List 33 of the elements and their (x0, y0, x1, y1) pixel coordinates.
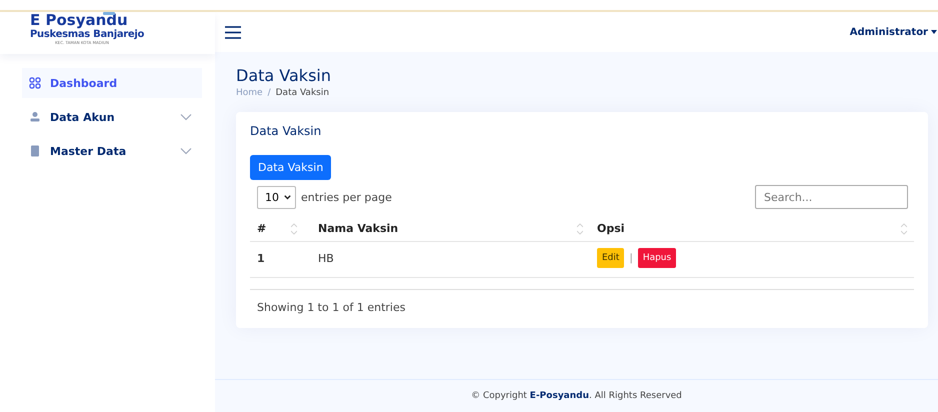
sort-icon (291, 222, 297, 234)
entries-info: Showing 1 to 1 of 1 entries (257, 301, 406, 314)
sidebar-item[interactable]: Dashboard (22, 68, 202, 98)
sidebar-item[interactable]: Data Akun (22, 102, 202, 132)
document-icon (29, 145, 41, 157)
logo-title: E Posyandu (30, 12, 129, 29)
delete-button[interactable]: Hapus (638, 248, 676, 268)
grid-icon (29, 77, 41, 89)
chevron-icon (284, 194, 291, 200)
card-title: Data Vaksin (250, 124, 322, 138)
breadcrumb-separator: / (268, 88, 271, 98)
user-menu[interactable]: Administrator (850, 26, 937, 38)
entries-label: entries per page (301, 190, 392, 204)
copyright-text: © Copyright E-Posyandu. All Rights Reserved (471, 391, 682, 401)
edit-button[interactable]: Edit (597, 248, 624, 268)
sort-icon (901, 222, 907, 234)
column-header[interactable]: Opsi (590, 216, 914, 242)
entries-select[interactable]: 10 (257, 186, 296, 208)
logo-subtitle: Puskesmas Banjarejo (30, 29, 146, 40)
breadcrumb-current: Data Vaksin (276, 88, 330, 98)
menu-icon[interactable] (225, 26, 241, 38)
page-title: Data Vaksin (236, 66, 332, 85)
action-separator: | (629, 252, 633, 264)
column-header[interactable]: Nama Vaksin (304, 216, 590, 242)
person-icon (29, 111, 41, 123)
sidebar-item[interactable]: Master Data (22, 136, 202, 166)
table-cell: 1 (250, 242, 304, 278)
table-cell: HB (304, 242, 590, 278)
search-field[interactable]: Search... (755, 185, 908, 209)
sort-icon (577, 222, 583, 234)
add-button[interactable]: Data Vaksin (250, 155, 332, 180)
caret-icon (931, 30, 937, 34)
column-header[interactable]: # (250, 216, 304, 242)
